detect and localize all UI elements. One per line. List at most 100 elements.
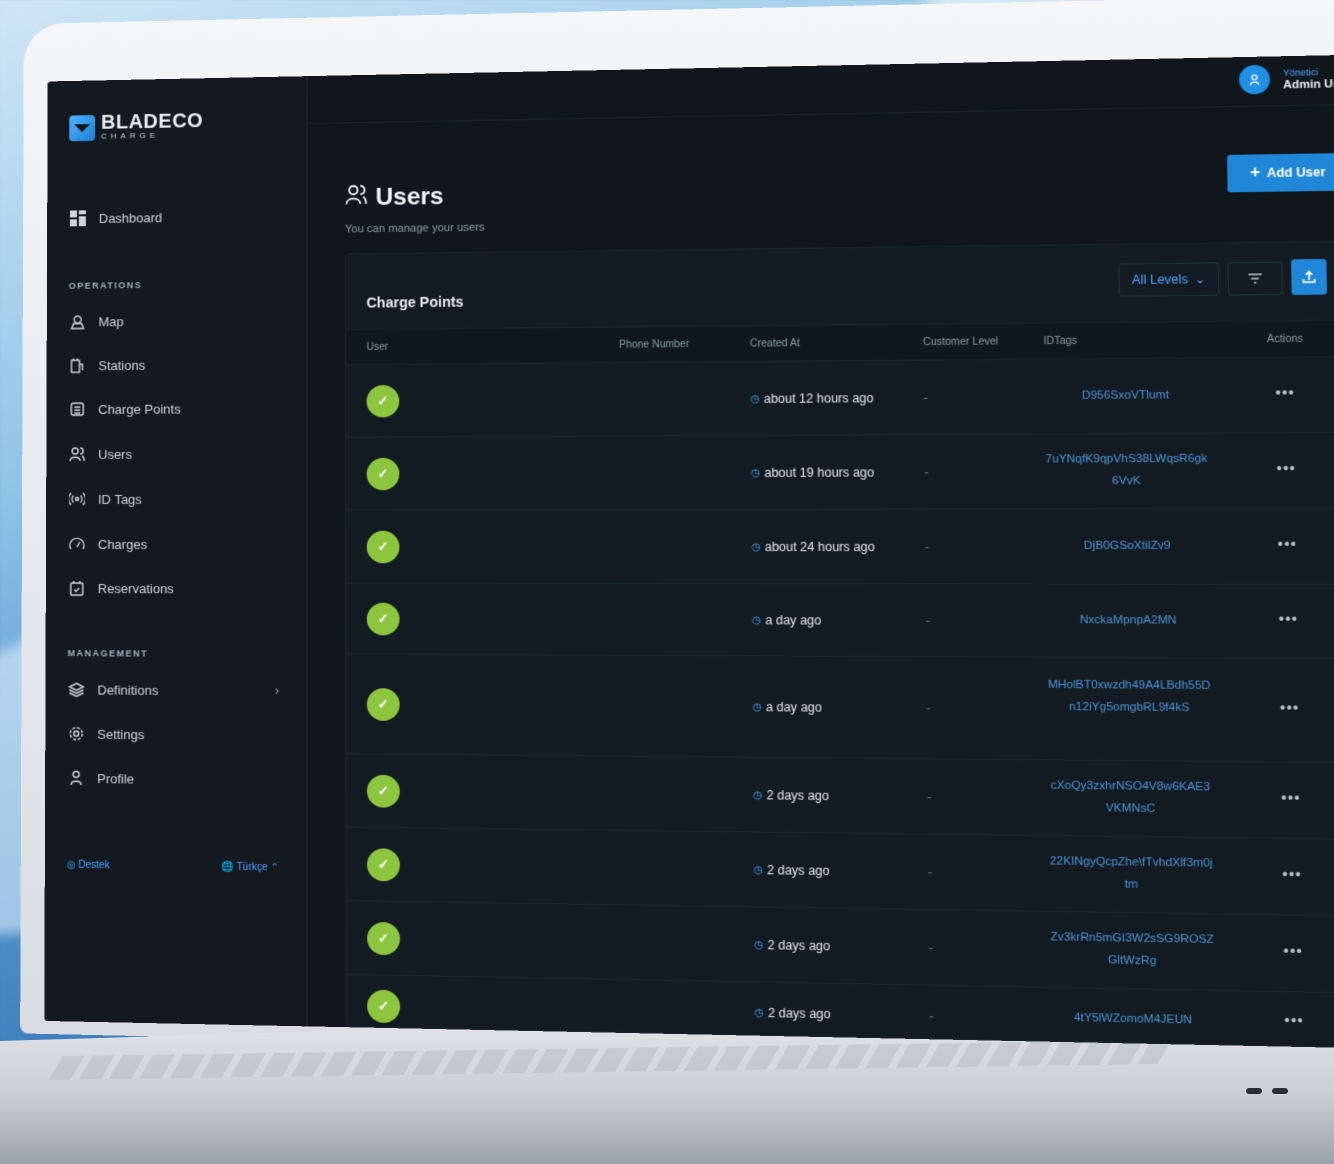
sidebar-item-label: Dashboard — [98, 209, 163, 226]
created-at-text: 2 days ago — [767, 1005, 831, 1022]
sidebar-item-map[interactable]: Map — [69, 311, 280, 331]
sidebar-item-label: Definitions — [97, 681, 159, 698]
sidebar-item-stations[interactable]: Stations — [68, 355, 279, 375]
table-row[interactable]: ✓ ◷ about 19 hours ago - 7uYNqfK9qpVhS38L… — [346, 433, 1334, 511]
idtag-cell[interactable]: MHolBT0xwzdh49A4LBdh55Dn12iYg5omgbRL9f4k… — [1047, 674, 1212, 719]
support-link[interactable]: ◎ Destek — [67, 860, 110, 872]
plus-icon: + — [1249, 163, 1261, 182]
column-header-created[interactable]: Created At — [750, 338, 800, 350]
customer-level-cell: - — [927, 789, 932, 805]
dashboard-icon — [69, 209, 87, 227]
table-row[interactable]: ✓ ◷ a day ago - MHolBT0xwzdh49A4LBdh55Dn1… — [346, 654, 1334, 764]
usb-port — [1272, 1088, 1288, 1094]
idtag-cell[interactable]: 22KINgyQcpZhe\fTvhdXlf3m0jtm — [1049, 851, 1214, 898]
created-at-cell: ◷ a day ago — [752, 700, 822, 715]
customer-level-cell: - — [926, 700, 931, 716]
sidebar-footer: ◎ Destek 🌐 Türkçe ⌃ — [67, 860, 279, 874]
clock-icon: ◷ — [750, 393, 760, 405]
sidebar-item-dashboard[interactable]: Dashboard — [69, 206, 279, 227]
clock-icon: ◷ — [752, 701, 762, 713]
column-header-level[interactable]: Customer Level — [923, 336, 998, 348]
clock-icon: ◷ — [754, 1006, 764, 1019]
row-actions-button[interactable]: ••• — [1278, 610, 1298, 627]
clock-icon: ◷ — [752, 789, 763, 801]
calendar-icon — [68, 579, 86, 597]
filter-icon — [1247, 272, 1263, 285]
gauge-icon — [68, 535, 86, 553]
customer-level-cell: - — [929, 1008, 934, 1024]
avatar — [1238, 64, 1271, 95]
created-at-cell: ◷ 2 days ago — [753, 788, 829, 803]
sidebar-item-label: Settings — [97, 726, 145, 742]
sidebar-item-label: Charge Points — [98, 401, 181, 417]
export-button[interactable] — [1291, 258, 1327, 295]
column-header-phone[interactable]: Phone Number — [619, 339, 689, 351]
table-row[interactable]: ✓ ◷ a day ago - NxckaMpnpA2MN ••• — [346, 583, 1334, 660]
column-header-actions: Actions — [1266, 333, 1304, 346]
clock-icon: ◷ — [751, 541, 761, 553]
level-filter-select[interactable]: All Levels ⌄ — [1118, 262, 1220, 297]
add-user-button[interactable]: + Add User — [1227, 152, 1334, 193]
sidebar-item-label: Stations — [98, 357, 146, 373]
row-actions-button[interactable]: ••• — [1277, 535, 1297, 552]
row-actions-button[interactable]: ••• — [1275, 384, 1295, 401]
verified-check-icon: ✓ — [366, 688, 400, 721]
created-at-text: 2 days ago — [767, 937, 831, 954]
idtag-cell[interactable]: DjB0GSoXtilZv9 — [1046, 535, 1210, 557]
row-actions-button[interactable]: ••• — [1280, 699, 1300, 716]
row-actions-button[interactable]: ••• — [1284, 1011, 1304, 1028]
layers-icon — [67, 680, 85, 698]
sidebar-item-id-tags[interactable]: ID Tags — [68, 489, 279, 508]
table-row[interactable]: ✓ ◷ about 12 hours ago - D956SxoVTlumt ••… — [346, 357, 1334, 438]
row-actions-button[interactable]: ••• — [1283, 942, 1303, 959]
chevron-down-icon: ⌄ — [1194, 271, 1206, 287]
filter-button[interactable] — [1227, 261, 1283, 296]
table-row[interactable]: ✓ ◷ about 24 hours ago - DjB0GSoXtilZv9 •… — [346, 508, 1334, 586]
sidebar-item-label: Users — [98, 446, 133, 462]
clock-icon: ◷ — [753, 939, 764, 951]
created-at-cell: ◷ about 12 hours ago — [750, 391, 873, 406]
table-row[interactable]: ✓ ◷ 2 days ago - cXoQy3zxhrNSO4V8w6KAE3VK… — [346, 754, 1334, 840]
station-icon — [68, 356, 86, 374]
idtag-cell[interactable]: D956SxoVTlumt — [1044, 385, 1208, 408]
idtag-cell[interactable]: cXoQy3zxhrNSO4V8w6KAE3VKMNsC — [1048, 775, 1213, 821]
sidebar-item-profile[interactable]: Profile — [67, 769, 279, 789]
clock-icon: ◷ — [750, 467, 761, 479]
section-title-operations: OPERATIONS — [68, 280, 143, 291]
sidebar-item-settings[interactable]: Settings — [67, 725, 279, 745]
sidebar-item-charge-points[interactable]: Charge Points — [68, 399, 279, 418]
clock-icon: ◷ — [753, 864, 763, 876]
created-at-text: a day ago — [765, 699, 823, 715]
verified-check-icon: ✓ — [367, 921, 401, 956]
idtag-cell[interactable]: Zv3krRn5mGI3W2sSG9ROSZGltWzRg — [1050, 927, 1215, 974]
sidebar-item-charges[interactable]: Charges — [68, 535, 279, 553]
row-actions-button[interactable]: ••• — [1282, 865, 1302, 882]
column-header-idtags[interactable]: IDTags — [1043, 336, 1077, 348]
created-at-text: 2 days ago — [766, 862, 830, 879]
level-filter-value: All Levels — [1131, 272, 1188, 288]
page-subtitle: You can manage your users — [345, 221, 485, 236]
users-icon — [68, 445, 86, 463]
sidebar-item-label: Reservations — [97, 580, 174, 596]
language-selector[interactable]: 🌐 Türkçe ⌃ — [221, 862, 279, 874]
column-header-user[interactable]: User — [366, 342, 388, 353]
bladeco-logo-icon — [69, 114, 96, 141]
sidebar-item-reservations[interactable]: Reservations — [68, 579, 279, 597]
user-menu[interactable]: Yönetici Admin User ⌄ — [1238, 63, 1334, 95]
customer-level-cell: - — [925, 613, 930, 629]
customer-level-cell: - — [928, 940, 933, 956]
sidebar-item-users[interactable]: Users — [68, 444, 279, 463]
customer-level-cell: - — [923, 390, 928, 406]
row-actions-button[interactable]: ••• — [1281, 789, 1301, 806]
verified-check-icon: ✓ — [367, 989, 401, 1024]
idtag-cell[interactable]: 7uYNqfK9qpVhS38LWqsR6gk6VvK — [1045, 448, 1209, 492]
idtag-cell[interactable]: NxckaMpnpA2MN — [1046, 610, 1210, 633]
id-tag-icon — [68, 490, 86, 508]
sidebar: BLADECO CHARGE Dashboard OPERATIONS Map … — [44, 76, 308, 1027]
brand-logo[interactable]: BLADECO CHARGE — [69, 110, 203, 141]
sidebar-item-definitions[interactable]: Definitions › — [67, 680, 279, 699]
row-actions-button[interactable]: ••• — [1276, 460, 1296, 477]
customer-level-cell: - — [924, 539, 930, 555]
sidebar-item-label: Charges — [97, 536, 148, 552]
idtag-cell[interactable]: 4tY5lWZomoM4JEUN — [1051, 1007, 1216, 1033]
